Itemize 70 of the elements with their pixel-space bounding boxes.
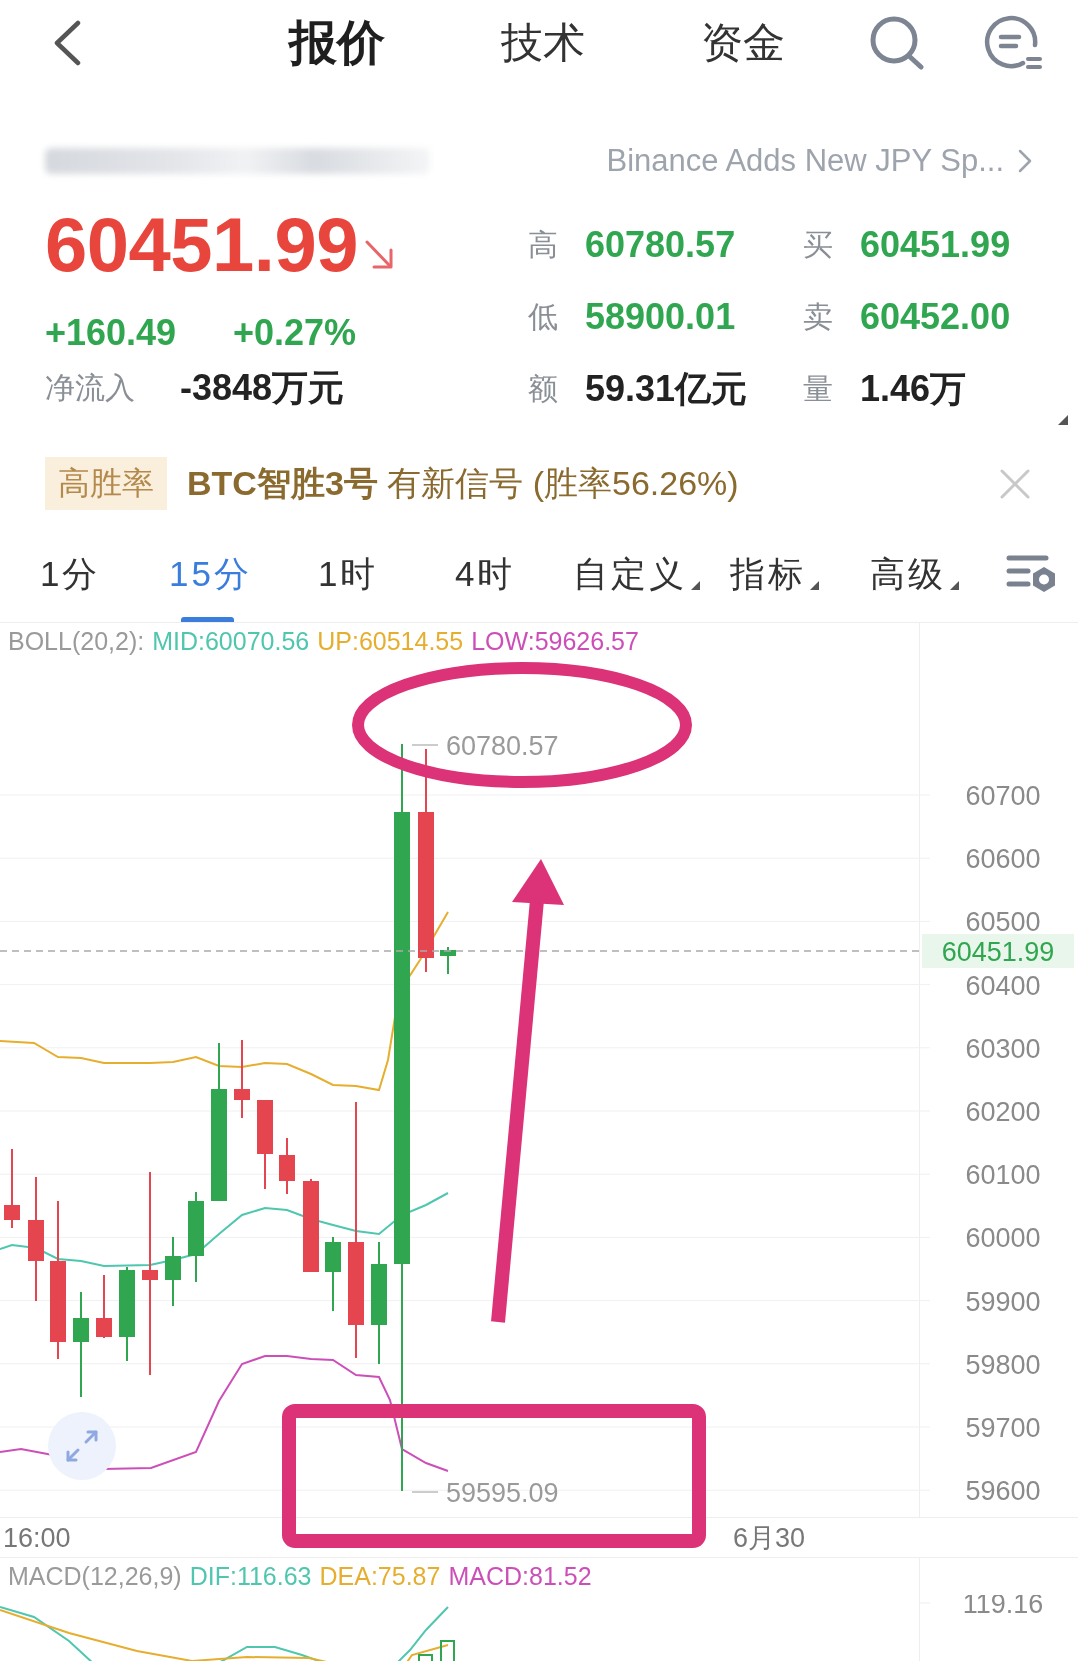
- down-right-arrow-icon: [364, 238, 394, 270]
- stat-value: 58900.01: [585, 296, 737, 338]
- period-tab[interactable]: 4时: [455, 546, 516, 622]
- header-tab[interactable]: 资金: [701, 17, 785, 69]
- price-axis-label: 60200: [965, 1097, 1041, 1127]
- header-tab[interactable]: 技术: [501, 17, 585, 69]
- stat-label: 高: [528, 226, 559, 263]
- indicator-name: BOLL(20,2):: [8, 627, 145, 656]
- stat-value: 59.31亿元: [585, 366, 749, 411]
- stat-label: 卖: [803, 298, 834, 335]
- stat-label: 低: [528, 298, 559, 335]
- leader-line: [411, 744, 439, 746]
- stat-label: 量: [803, 370, 834, 407]
- stat-label: 买: [803, 226, 834, 263]
- net-inflow-value: -3848万元: [180, 365, 345, 410]
- search-icon[interactable]: [869, 16, 925, 70]
- low-price-label: 59595.09: [446, 1478, 559, 1508]
- price-axis-label: 60300: [965, 1033, 1041, 1064]
- price-change: +160.49: [45, 312, 178, 354]
- price-axis-label: 59700: [965, 1413, 1041, 1443]
- header-tab[interactable]: 报价: [289, 14, 385, 72]
- price-axis-label: 60600: [965, 844, 1041, 875]
- price-axis-label: 59800: [965, 1349, 1041, 1380]
- period-tab[interactable]: 自定义: [573, 546, 700, 622]
- candle: [440, 946, 456, 975]
- stat-value: 1.46万: [860, 366, 968, 411]
- percent-change: +0.27%: [233, 312, 357, 354]
- candle: [96, 1274, 112, 1339]
- indicator-value: MACD:81.52: [448, 1562, 592, 1591]
- price-axis-label: 60700: [965, 781, 1041, 811]
- time-axis-label: 16:00: [3, 1523, 71, 1553]
- candle: [279, 1137, 295, 1195]
- indicator-value: MID:60070.56: [152, 627, 310, 656]
- menu-icon[interactable]: [983, 15, 1043, 71]
- net-inflow-label: 净流入: [45, 369, 136, 406]
- stat-value: 60452.00: [860, 296, 1012, 338]
- indicator-value: DIF:116.63: [189, 1562, 312, 1591]
- last-price-tag: 60451.99: [922, 934, 1074, 968]
- settings-icon[interactable]: [1006, 553, 1058, 593]
- stat-label: 额: [528, 370, 559, 407]
- histogram-bar: [418, 1654, 433, 1661]
- indicator-name: MACD(12,26,9): [8, 1562, 182, 1591]
- macd-axis-label: 119.16: [962, 1595, 1044, 1619]
- stat-value: 60780.57: [585, 224, 737, 266]
- period-tab[interactable]: 1时: [318, 546, 379, 622]
- period-tab[interactable]: 15分: [169, 546, 252, 622]
- stat-value: 60451.99: [860, 224, 1012, 266]
- period-tab[interactable]: 高级: [870, 546, 959, 622]
- indicator-value: UP:60514.55: [317, 627, 464, 656]
- candle: [165, 1236, 181, 1307]
- price-axis-label: 60000: [965, 1223, 1041, 1254]
- signal-message[interactable]: BTC智胜3号 有新信号 (胜率56.26%): [187, 460, 739, 507]
- indicator-value: DEA:75.87: [319, 1562, 441, 1591]
- expand-icon[interactable]: [48, 1412, 116, 1480]
- period-tab[interactable]: 1分: [40, 546, 101, 622]
- last-price: 60451.99: [45, 202, 358, 288]
- indicator-value: LOW:59626.57: [471, 627, 639, 656]
- price-axis-label: 59900: [965, 1286, 1041, 1317]
- signal-tag: 高胜率: [45, 457, 167, 510]
- price-axis-label: 59600: [965, 1476, 1041, 1507]
- chevron-right-icon: [1018, 149, 1032, 173]
- leader-line: [411, 1491, 439, 1493]
- period-tab[interactable]: 指标: [730, 546, 819, 622]
- price-axis-label: 60100: [965, 1160, 1041, 1191]
- corner-triangle-icon[interactable]: [1058, 415, 1068, 425]
- histogram-bar: [440, 1640, 455, 1661]
- time-axis-label: 6月30: [733, 1523, 806, 1553]
- high-price-label: 60780.57: [446, 731, 559, 761]
- price-axis-label: 60400: [965, 970, 1041, 1001]
- back-icon[interactable]: [52, 20, 82, 66]
